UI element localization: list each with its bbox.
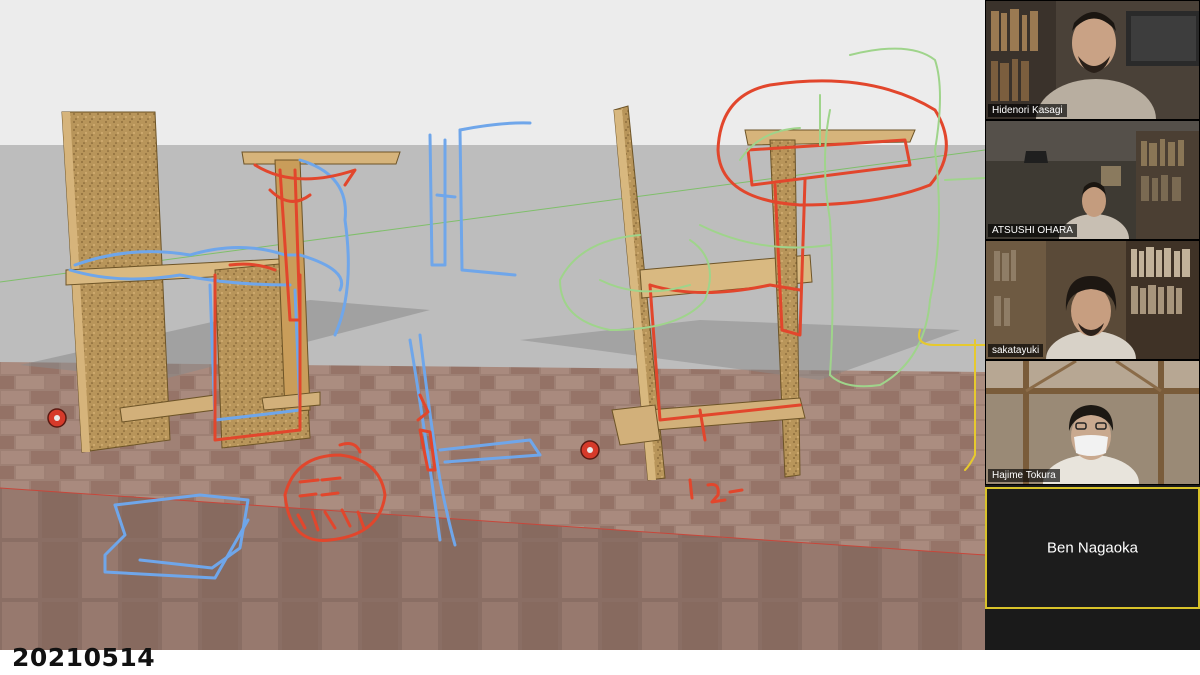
participant-video-1 <box>986 1 1199 119</box>
participant-name-1: Hidenori Kasagi <box>988 104 1067 117</box>
participant-video-2 <box>986 121 1199 239</box>
participant-name-5: Ben Nagaoka <box>1047 539 1138 557</box>
participant-tile-2[interactable]: ATSUSHI OHARA <box>985 120 1200 240</box>
participant-name-3: sakatayuki <box>988 344 1044 357</box>
sketchup-model-view <box>0 0 985 650</box>
date-caption: 20210514 <box>12 643 156 672</box>
participant-tile-3[interactable]: sakatayuki <box>985 240 1200 360</box>
participant-name-2: ATSUSHI OHARA <box>988 224 1077 237</box>
participant-name-4: Hajime Tokura <box>988 469 1060 482</box>
participant-tile-4[interactable]: Hajime Tokura <box>985 360 1200 485</box>
participant-tile-5[interactable]: Ben Nagaoka <box>985 487 1200 609</box>
shared-screen-canvas[interactable] <box>0 0 985 650</box>
participant-tile-1[interactable]: Hidenori Kasagi <box>985 0 1200 120</box>
participant-video-3 <box>986 241 1199 359</box>
participants-panel: Hidenori Kasagi ATSUSHI OHARA sakatayuki… <box>985 0 1200 650</box>
participant-video-4 <box>986 361 1199 484</box>
